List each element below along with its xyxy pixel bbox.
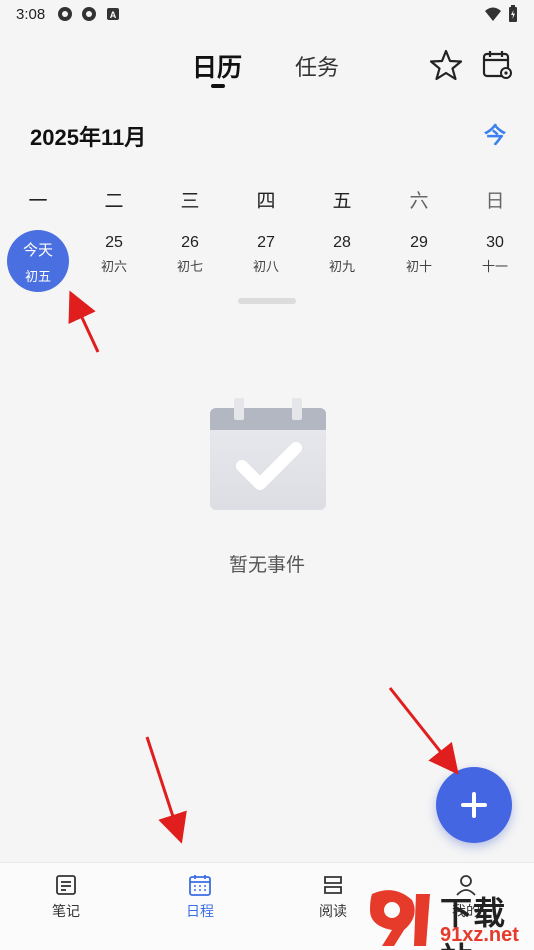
- date-number: 30: [486, 234, 504, 251]
- status-bar: 3:08 A: [0, 0, 534, 28]
- date-cell[interactable]: 26 初七: [152, 230, 228, 292]
- date-number: 25: [105, 234, 123, 251]
- date-number: 28: [333, 234, 351, 251]
- nav-label: 笔记: [52, 904, 80, 920]
- nav-item-schedule[interactable]: 日程: [160, 873, 240, 921]
- drag-handle[interactable]: [238, 298, 296, 304]
- weekday-row: 一 二 三 四 五 六 日: [0, 186, 534, 212]
- empty-state-text: 暂无事件: [228, 554, 305, 576]
- weekday-label: 一: [28, 190, 48, 212]
- nav-label: 日程: [186, 904, 214, 920]
- arrow-to-today: [68, 290, 100, 353]
- weekday-label: 日: [485, 190, 505, 212]
- date-cell[interactable]: 29 初十: [381, 230, 457, 292]
- nav-item-notes[interactable]: 笔记: [26, 873, 106, 921]
- lunar-date: 初五: [24, 270, 51, 285]
- nav-label: 阅读: [319, 904, 347, 920]
- tab-tasks[interactable]: 任务: [295, 50, 339, 82]
- star-icon[interactable]: [429, 48, 463, 82]
- top-tab-bar: 日历 任务: [0, 44, 534, 94]
- calendar-settings-icon[interactable]: [481, 48, 513, 80]
- lunar-date: 初六: [100, 260, 127, 275]
- date-number: 今天: [22, 242, 53, 259]
- wifi-icon: [485, 7, 501, 21]
- battery-icon: [509, 5, 517, 22]
- weekday-label: 六: [409, 190, 429, 212]
- lunar-date: 初七: [176, 260, 203, 275]
- app-icon-2: [82, 7, 97, 21]
- weekday-label: 三: [180, 190, 200, 212]
- status-time: 3:08: [16, 5, 46, 23]
- date-cell[interactable]: 28 初九: [304, 230, 380, 292]
- add-event-button[interactable]: [436, 767, 512, 843]
- date-cell[interactable]: 30 十一: [457, 230, 533, 292]
- today-button[interactable]: 今: [484, 118, 506, 150]
- nav-item-reading[interactable]: 阅读: [293, 873, 373, 921]
- weekday-label: 二: [104, 190, 124, 212]
- arrow-to-schedule-tab: [145, 736, 187, 844]
- date-number: 26: [181, 234, 199, 251]
- date-cell[interactable]: 25 初六: [76, 230, 152, 292]
- date-cell-today[interactable]: 今天 初五: [7, 230, 69, 292]
- week-date-row: 今天 初五 25 初六 26 初七 27 初八 28 初九 29 初十 30 十…: [0, 230, 534, 292]
- lunar-date: 初十: [405, 260, 432, 275]
- active-tab-indicator: [211, 84, 225, 88]
- weekday-label: 五: [332, 190, 352, 212]
- reading-icon: [324, 876, 342, 894]
- app-icon-1: [58, 7, 73, 21]
- date-number: 27: [257, 234, 275, 251]
- lunar-date: 十一: [481, 260, 508, 275]
- a-icon: A: [107, 8, 120, 20]
- empty-calendar-icon: [210, 398, 326, 510]
- plus-icon: [461, 792, 487, 818]
- note-icon: [56, 875, 76, 895]
- date-number: 29: [410, 234, 428, 251]
- date-cell[interactable]: 27 初八: [228, 230, 304, 292]
- weekday-label: 四: [256, 190, 276, 212]
- tab-calendar[interactable]: 日历: [192, 48, 242, 84]
- month-title: 2025年11月: [30, 125, 147, 150]
- lunar-date: 初九: [328, 260, 355, 275]
- svg-text:A: A: [110, 10, 117, 20]
- lunar-date: 初八: [252, 260, 279, 275]
- schedule-icon: [189, 875, 211, 896]
- arrow-to-fab: [388, 687, 459, 775]
- watermark-domain: 91xz.net: [440, 924, 519, 946]
